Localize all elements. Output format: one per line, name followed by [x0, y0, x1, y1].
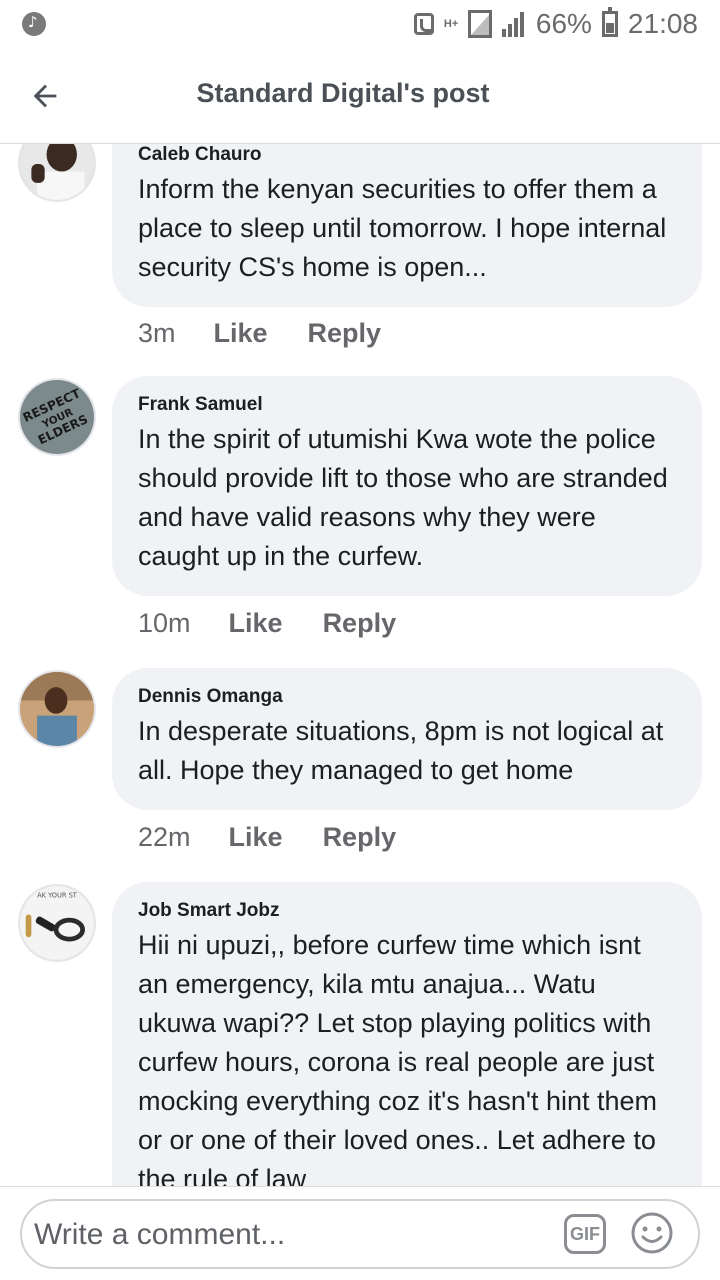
battery-icon — [601, 7, 618, 37]
comment-text: In desperate situations, 8pm is not logi… — [138, 716, 664, 785]
comment-time: 22m — [138, 822, 191, 852]
svg-text:AK YOUR ST: AK YOUR ST — [37, 891, 78, 899]
status-bar: H+ 66% 21:08 — [0, 0, 720, 48]
comment-bubble[interactable]: Frank Samuel In the spirit of utumishi K… — [112, 376, 702, 596]
comment-placeholder: Write a comment... — [34, 1218, 286, 1251]
comment-text: Inform the kenyan securities to offer th… — [138, 174, 667, 282]
comment-text: Hii ni upuzi,, before curfew time which … — [138, 930, 658, 1186]
avatar[interactable]: RESPECT YOUR ELDERS — [18, 378, 96, 456]
page-title: Standard Digital's post — [196, 78, 490, 108]
comment-actions: 10m Like Reply — [138, 608, 436, 639]
comment-author[interactable]: Frank Samuel — [138, 394, 676, 416]
avatar[interactable] — [18, 670, 96, 748]
like-button[interactable]: Like — [229, 822, 283, 853]
network-type-icon: H+ — [443, 18, 459, 30]
clock: 21:08 — [627, 8, 698, 39]
avatar-photo — [20, 144, 94, 200]
comment-text: In the spirit of utumishi Kwa wote the p… — [138, 424, 668, 571]
app-header: Standard Digital's post — [0, 48, 720, 144]
avatar-photo — [20, 672, 94, 746]
status-icons: H+ 66% 21:08 — [413, 6, 698, 42]
avatar-logo: RESPECT YOUR ELDERS — [20, 380, 94, 454]
comment-input[interactable]: Write a comment... GIF — [20, 1199, 700, 1269]
comment-bubble[interactable]: Caleb Chauro Inform the kenyan securitie… — [112, 144, 702, 307]
comment-bubble[interactable]: Dennis Omanga In desperate situations, 8… — [112, 668, 702, 810]
comment-actions: 22m Like Reply — [138, 822, 436, 853]
reply-button[interactable]: Reply — [323, 608, 397, 639]
comment-time: 10m — [138, 608, 191, 638]
avatar[interactable] — [18, 144, 96, 202]
comment-time: 3m — [138, 318, 176, 348]
comment-author[interactable]: Dennis Omanga — [138, 686, 676, 708]
like-button[interactable]: Like — [229, 608, 283, 639]
like-button[interactable]: Like — [214, 318, 268, 349]
emoji-icon[interactable] — [630, 1211, 674, 1255]
comment-bubble[interactable]: Job Smart Jobz Hii ni upuzi,, before cur… — [112, 882, 702, 1186]
comment-author[interactable]: Caleb Chauro — [138, 144, 676, 166]
call-icon — [413, 13, 434, 35]
music-notification-icon — [22, 12, 46, 36]
sim-icon — [467, 10, 492, 38]
signal-icon — [501, 11, 526, 37]
gif-button[interactable]: GIF — [564, 1214, 606, 1254]
avatar-product-photo: AK YOUR ST — [20, 886, 94, 960]
battery-percent: 66% — [535, 8, 592, 39]
avatar[interactable]: AK YOUR ST — [18, 884, 96, 962]
comments-list[interactable]: Caleb Chauro Inform the kenyan securitie… — [0, 144, 720, 1186]
comment-actions: 3m Like Reply — [138, 318, 421, 349]
comment-author[interactable]: Job Smart Jobz — [138, 900, 676, 922]
comment-composer: Write a comment... GIF — [0, 1186, 720, 1280]
reply-button[interactable]: Reply — [323, 822, 397, 853]
reply-button[interactable]: Reply — [308, 318, 382, 349]
